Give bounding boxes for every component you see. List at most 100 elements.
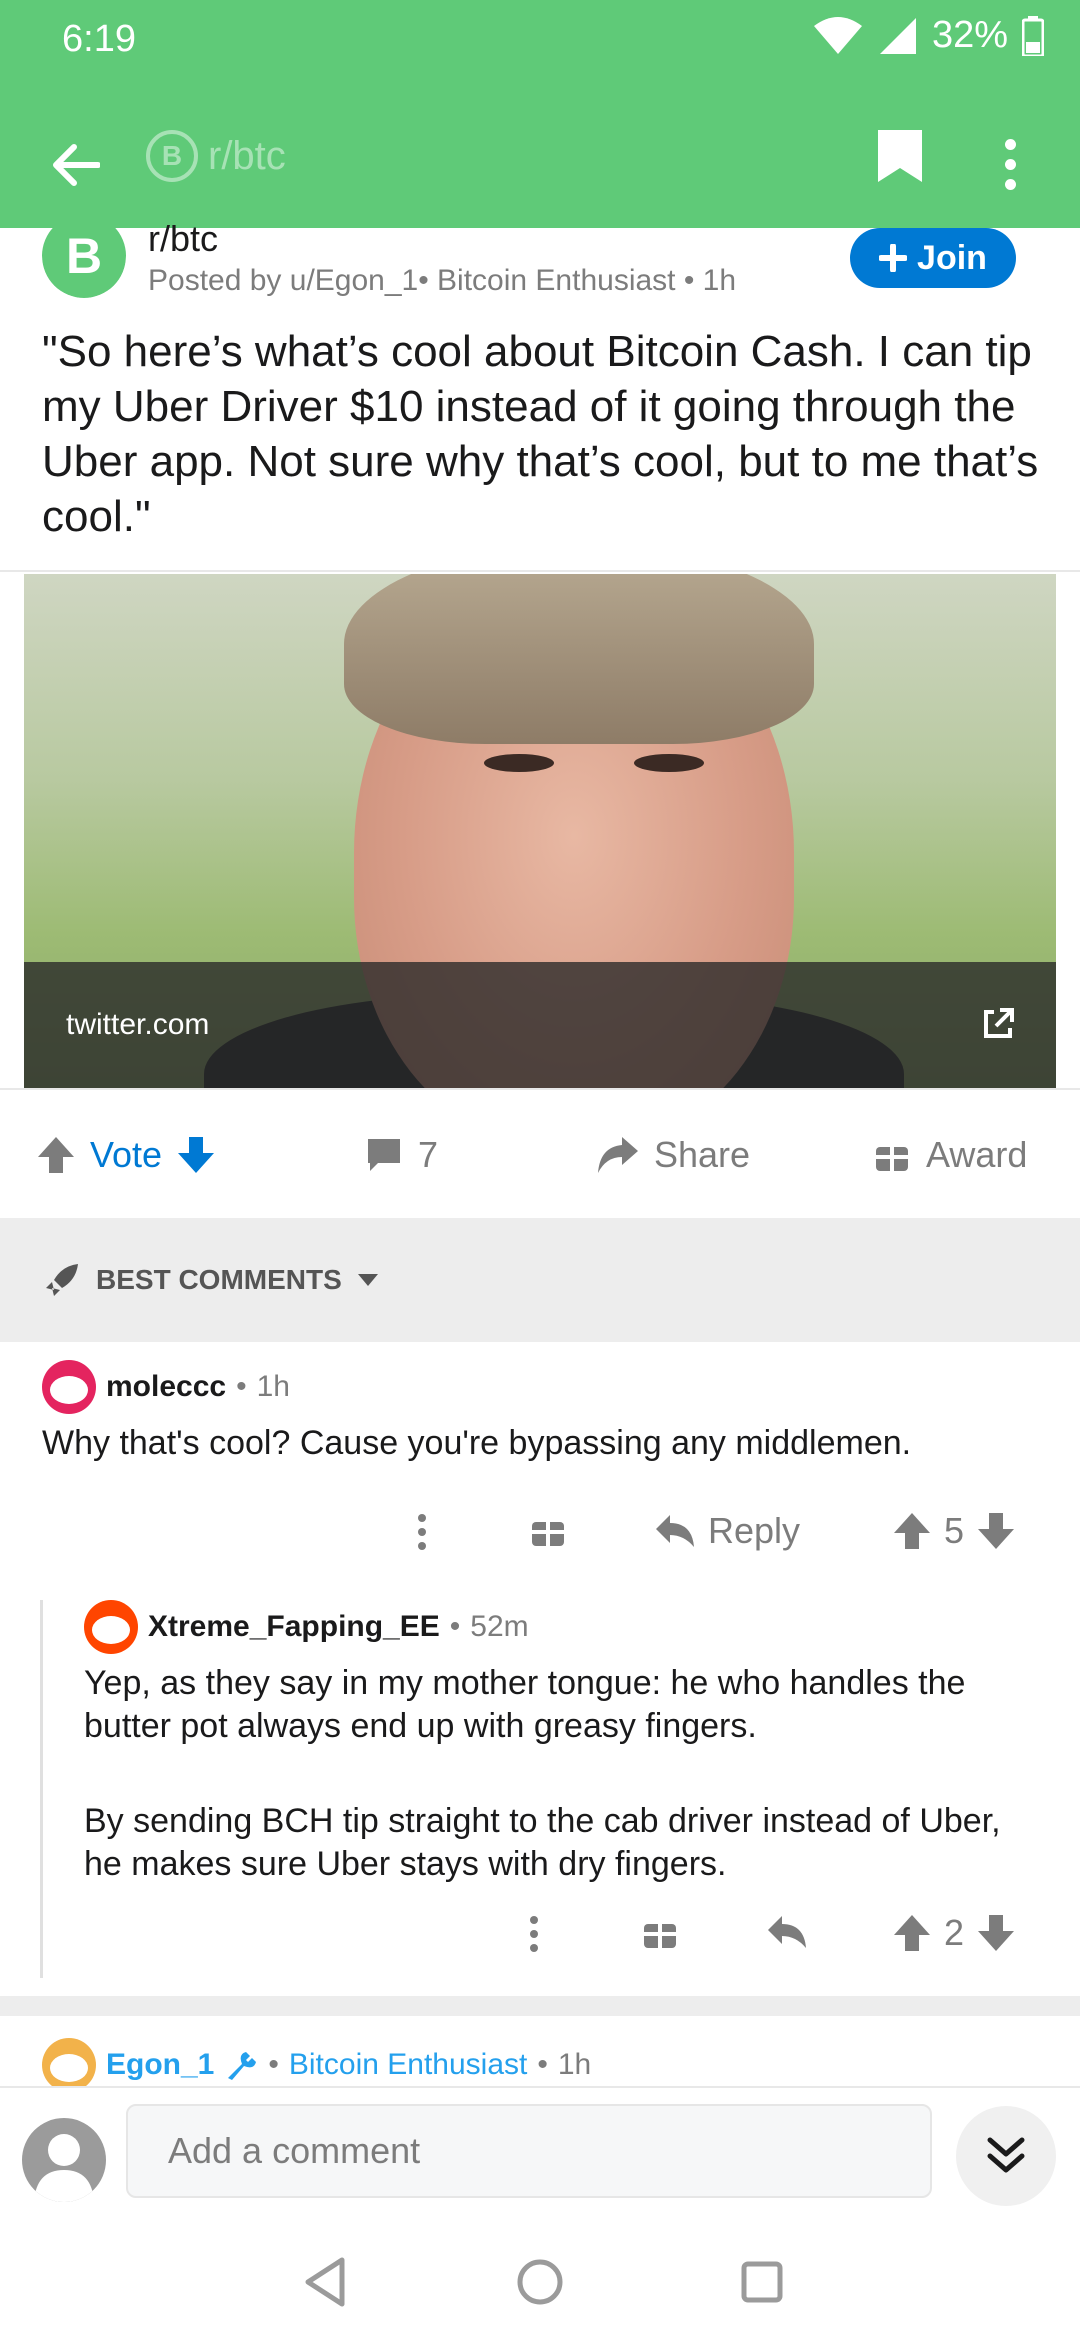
comments-button[interactable]: 7 [364,1134,438,1176]
gift-icon [644,1918,676,1948]
user-avatar[interactable] [42,2038,96,2092]
next-comment-button[interactable] [956,2106,1056,2206]
system-nav-bar [0,2212,1080,2340]
gift-icon [532,1516,564,1546]
image-eye [634,754,704,772]
post-subreddit[interactable]: r/btc [148,218,218,260]
post-action-row: Vote 7 Share Award [0,1110,1080,1218]
bookmark-button[interactable] [870,126,930,202]
comment-more-button[interactable] [400,1510,444,1554]
upvote-icon[interactable] [892,1913,932,1953]
comment-separator-dot: • [537,2048,548,2081]
share-label: Share [654,1134,751,1175]
user-avatar[interactable] [42,1360,96,1414]
battery-icon [1022,15,1044,56]
more-vertical-icon [530,1916,538,1952]
snoo-face-icon [50,1376,88,1404]
nav-home-icon[interactable] [510,2252,570,2312]
appbar-subreddit[interactable]: B r/btc [146,130,286,182]
add-comment-bar: Add a comment [0,2086,1080,2212]
reply-label: Reply [708,1510,801,1551]
comment-actions: Reply 5 [0,1510,1080,1570]
comment-meta: moleccc • 1h [42,1360,290,1414]
comment-reply-button[interactable]: Reply [654,1510,800,1552]
comment-time: 1h [557,2048,592,2081]
comment-more-button[interactable] [512,1912,556,1956]
dot-icon [1004,138,1016,150]
comment-separator-dot: • [268,2048,279,2081]
comment-meta: Egon_1 • Bitcoin Enthusiast • 1h [42,2038,591,2092]
comment-time: 52m [470,1610,529,1643]
post-author-line[interactable]: Posted by u/Egon_1• Bitcoin Enthusiast •… [148,264,736,298]
image-eye [484,754,554,772]
comment-actions: 2 [0,1912,1080,1972]
comment-reply-button[interactable] [766,1912,808,1952]
bookmark-icon [878,130,922,182]
nav-back-icon[interactable] [296,2252,356,2312]
comment-username[interactable]: Egon_1 [106,2048,214,2082]
comment-vote-controls: 2 [892,1912,1016,1954]
bitcoin-coin-icon: B [146,130,198,182]
user-flair: Bitcoin Enthusiast [288,2048,528,2081]
preview-image[interactable]: twitter.com [24,574,1056,1088]
comment-bubble-icon [368,1139,400,1171]
appbar-title: r/btc [208,133,286,178]
status-icons: 32% [812,14,1044,57]
share-button[interactable]: Share [596,1134,750,1176]
vote-controls: Vote [36,1134,216,1176]
status-time: 6:19 [62,18,136,60]
share-arrow-icon [598,1137,638,1173]
award-label: Award [926,1134,1028,1175]
current-user-avatar[interactable] [22,2118,106,2202]
chevron-down-icon [357,1274,378,1286]
cell-signal-icon [879,17,916,54]
comment-username[interactable]: moleccc [106,1370,226,1404]
sort-selector[interactable]: BEST COMMENTS [42,1260,380,1300]
award-button[interactable]: Award [872,1134,1027,1176]
post-title[interactable]: "So here’s what’s cool about Bitcoin Cas… [42,324,1042,544]
external-link-icon [984,1008,1014,1038]
snoo-face-icon [50,2054,88,2082]
comment-score: 5 [944,1510,965,1551]
link-preview[interactable]: twitter.com [0,570,1080,1090]
comment-body[interactable]: Why that's cool? Cause you're bypassing … [42,1422,1042,1465]
snoo-face-icon [92,1616,130,1644]
comment-body-paragraph[interactable]: By sending BCH tip straight to the cab d… [84,1800,1044,1886]
comment-separator-dot: • [236,1370,247,1403]
rocket-icon [46,1264,78,1296]
add-comment-input[interactable]: Add a comment [126,2104,932,2198]
app-bar: B r/btc [0,110,1080,228]
comment-body-paragraph[interactable]: Yep, as they say in my mother tongue: he… [84,1662,1044,1748]
user-silhouette-icon [34,2134,94,2202]
gift-icon [876,1141,908,1171]
comment-separator-dot: • [449,1610,461,1643]
subreddit-avatar[interactable]: B [42,228,126,298]
downvote-icon[interactable] [976,1913,1016,1953]
upvote-icon[interactable] [36,1135,76,1175]
comment-time: 1h [256,1370,290,1403]
dot-icon [1004,158,1016,170]
comment-username[interactable]: Xtreme_Fapping_EE [148,1610,440,1644]
back-button[interactable] [40,130,110,200]
plus-icon [879,244,908,272]
link-caption-bar[interactable]: twitter.com [24,962,1056,1088]
downvote-icon[interactable] [176,1135,216,1175]
comment-score: 2 [944,1912,965,1953]
user-avatar[interactable] [84,1600,138,1654]
downvote-icon[interactable] [976,1511,1016,1551]
nav-recents-icon[interactable] [732,2252,792,2312]
top-bar: 6:19 32% B r/btc [0,0,1080,228]
double-chevron-down-icon [987,2137,1025,2173]
comment-award-button[interactable] [528,1510,568,1550]
battery-percent: 32% [931,14,1008,56]
more-vertical-icon [418,1514,426,1550]
comment-meta: Xtreme_Fapping_EE • 52m [84,1600,529,1654]
comment-award-button[interactable] [640,1912,680,1952]
comment-vote-controls: 5 [892,1510,1016,1552]
more-options-button[interactable] [980,126,1040,202]
dot-icon [1004,178,1016,190]
join-button[interactable]: Join [850,228,1016,288]
upvote-icon[interactable] [892,1511,932,1551]
comment-divider [0,1996,1080,2016]
vote-label: Vote [90,1134,163,1175]
